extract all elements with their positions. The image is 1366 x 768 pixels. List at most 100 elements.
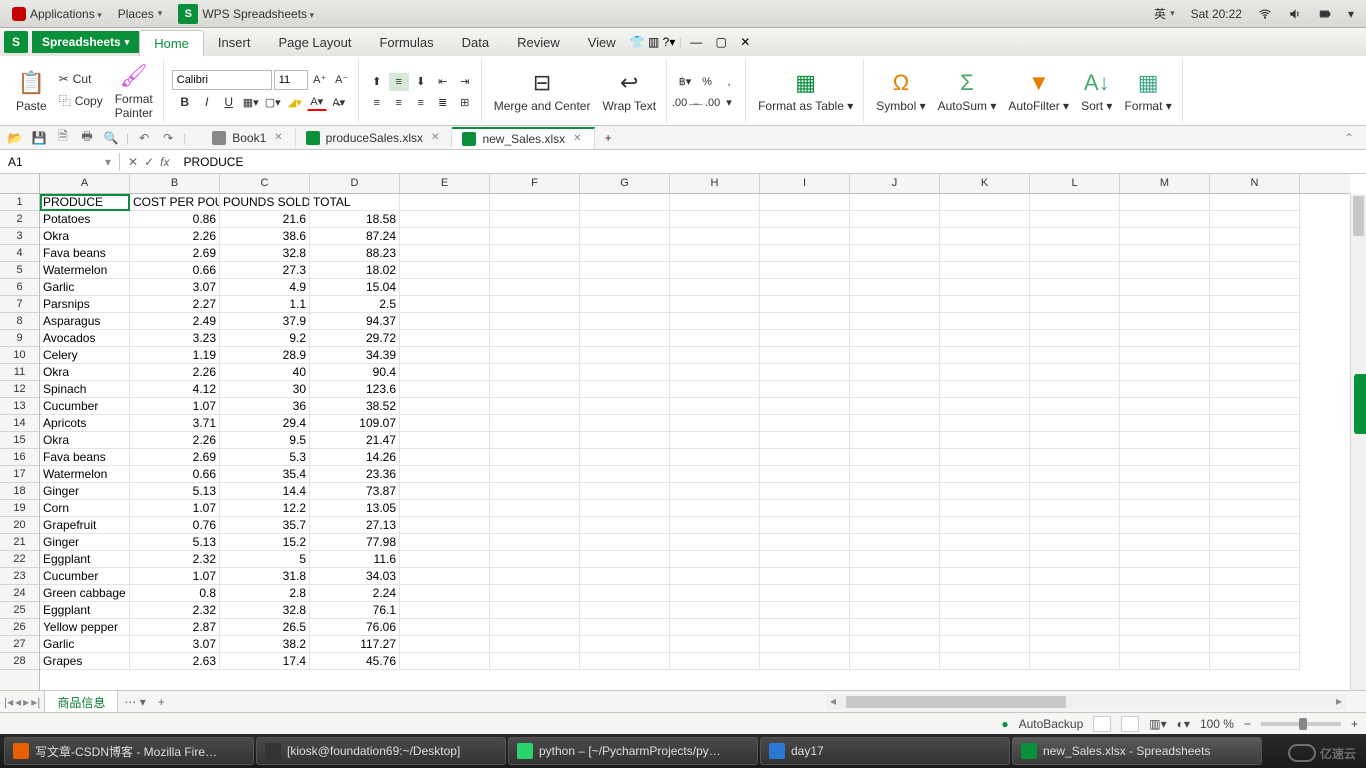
cell[interactable]: [1120, 466, 1210, 483]
cell[interactable]: [670, 619, 760, 636]
cell[interactable]: [1210, 585, 1300, 602]
cell[interactable]: [1030, 228, 1120, 245]
cell[interactable]: 35.7: [220, 517, 310, 534]
cell[interactable]: 76.1: [310, 602, 400, 619]
cell[interactable]: [1120, 517, 1210, 534]
cell[interactable]: 45.76: [310, 653, 400, 670]
cell[interactable]: [670, 551, 760, 568]
cell[interactable]: [1210, 483, 1300, 500]
cell[interactable]: [490, 432, 580, 449]
cell[interactable]: 1.19: [130, 347, 220, 364]
cell[interactable]: [850, 398, 940, 415]
new-sheet-button[interactable]: +: [152, 695, 171, 709]
cancel-formula-icon[interactable]: ✕: [128, 155, 138, 169]
redo-icon[interactable]: ↷: [159, 129, 177, 147]
cell[interactable]: 38.52: [310, 398, 400, 415]
cell[interactable]: Potatoes: [40, 211, 130, 228]
cell[interactable]: 2.49: [130, 313, 220, 330]
cell[interactable]: [490, 194, 580, 211]
new-doc-button[interactable]: +: [595, 128, 622, 148]
cell[interactable]: [1210, 551, 1300, 568]
cell[interactable]: [940, 432, 1030, 449]
cell[interactable]: 0.66: [130, 466, 220, 483]
cell[interactable]: [1210, 313, 1300, 330]
cell[interactable]: [490, 313, 580, 330]
cell[interactable]: 12.2: [220, 500, 310, 517]
cell[interactable]: [400, 194, 490, 211]
cell[interactable]: [940, 211, 1030, 228]
cell[interactable]: Eggplant: [40, 551, 130, 568]
sheet-tab-active[interactable]: 商品信息: [44, 690, 118, 714]
column-header[interactable]: H: [670, 174, 760, 193]
cell[interactable]: [670, 296, 760, 313]
cell[interactable]: [490, 636, 580, 653]
cell[interactable]: [670, 585, 760, 602]
cell[interactable]: [940, 534, 1030, 551]
cell[interactable]: [580, 449, 670, 466]
cell[interactable]: [940, 517, 1030, 534]
cell[interactable]: 2.26: [130, 364, 220, 381]
taskbar-item[interactable]: new_Sales.xlsx - Spreadsheets: [1012, 737, 1262, 765]
cell[interactable]: [670, 636, 760, 653]
cell[interactable]: [940, 347, 1030, 364]
cell[interactable]: [850, 313, 940, 330]
cell[interactable]: [400, 517, 490, 534]
cell[interactable]: 36: [220, 398, 310, 415]
cell[interactable]: [850, 381, 940, 398]
cell[interactable]: 90.4: [310, 364, 400, 381]
cell[interactable]: [1120, 313, 1210, 330]
cell[interactable]: [1120, 381, 1210, 398]
cell[interactable]: 3.71: [130, 415, 220, 432]
column-header[interactable]: L: [1030, 174, 1120, 193]
cell[interactable]: Corn: [40, 500, 130, 517]
row-header[interactable]: 20: [0, 517, 39, 534]
reading-layout-button[interactable]: ▥▾: [1149, 717, 1166, 731]
cell[interactable]: [670, 211, 760, 228]
cell[interactable]: [1030, 619, 1120, 636]
saveas-icon[interactable]: 🗎: [54, 129, 72, 147]
cell[interactable]: 29.72: [310, 330, 400, 347]
cell[interactable]: [940, 245, 1030, 262]
cell[interactable]: [400, 211, 490, 228]
row-header[interactable]: 13: [0, 398, 39, 415]
cell[interactable]: 3.07: [130, 636, 220, 653]
cell[interactable]: 30: [220, 381, 310, 398]
column-header[interactable]: N: [1210, 174, 1300, 193]
skin-icon[interactable]: 👕: [630, 35, 645, 49]
cell[interactable]: [1030, 415, 1120, 432]
cell[interactable]: [400, 245, 490, 262]
cell[interactable]: [1030, 296, 1120, 313]
cell[interactable]: [670, 432, 760, 449]
cell[interactable]: [1030, 211, 1120, 228]
cell[interactable]: [580, 432, 670, 449]
cell[interactable]: [400, 449, 490, 466]
cell[interactable]: [850, 517, 940, 534]
cell[interactable]: [1120, 585, 1210, 602]
cell[interactable]: [1210, 602, 1300, 619]
autosum-button[interactable]: ΣAutoSum ▾: [934, 67, 1001, 115]
distribute-button[interactable]: ⊞: [455, 94, 475, 112]
vertical-scrollbar[interactable]: [1350, 194, 1366, 690]
cell[interactable]: [400, 636, 490, 653]
cell[interactable]: Ginger: [40, 483, 130, 500]
zoom-in-button[interactable]: +: [1351, 717, 1358, 731]
cell[interactable]: [1030, 279, 1120, 296]
cell[interactable]: [1030, 585, 1120, 602]
cell[interactable]: [760, 279, 850, 296]
column-header[interactable]: M: [1120, 174, 1210, 193]
cell[interactable]: [670, 313, 760, 330]
cell[interactable]: [670, 483, 760, 500]
row-header[interactable]: 4: [0, 245, 39, 262]
cell[interactable]: [1210, 534, 1300, 551]
align-right-button[interactable]: ≡: [411, 94, 431, 112]
cell[interactable]: Garlic: [40, 279, 130, 296]
row-header[interactable]: 5: [0, 262, 39, 279]
cell[interactable]: [1030, 245, 1120, 262]
cell[interactable]: [940, 262, 1030, 279]
cell[interactable]: [490, 347, 580, 364]
cell[interactable]: [760, 211, 850, 228]
cell[interactable]: [1120, 500, 1210, 517]
cell[interactable]: [940, 483, 1030, 500]
spreadsheet-grid[interactable]: ABCDEFGHIJKLMN 1234567891011121314151617…: [0, 174, 1366, 690]
cell[interactable]: Celery: [40, 347, 130, 364]
